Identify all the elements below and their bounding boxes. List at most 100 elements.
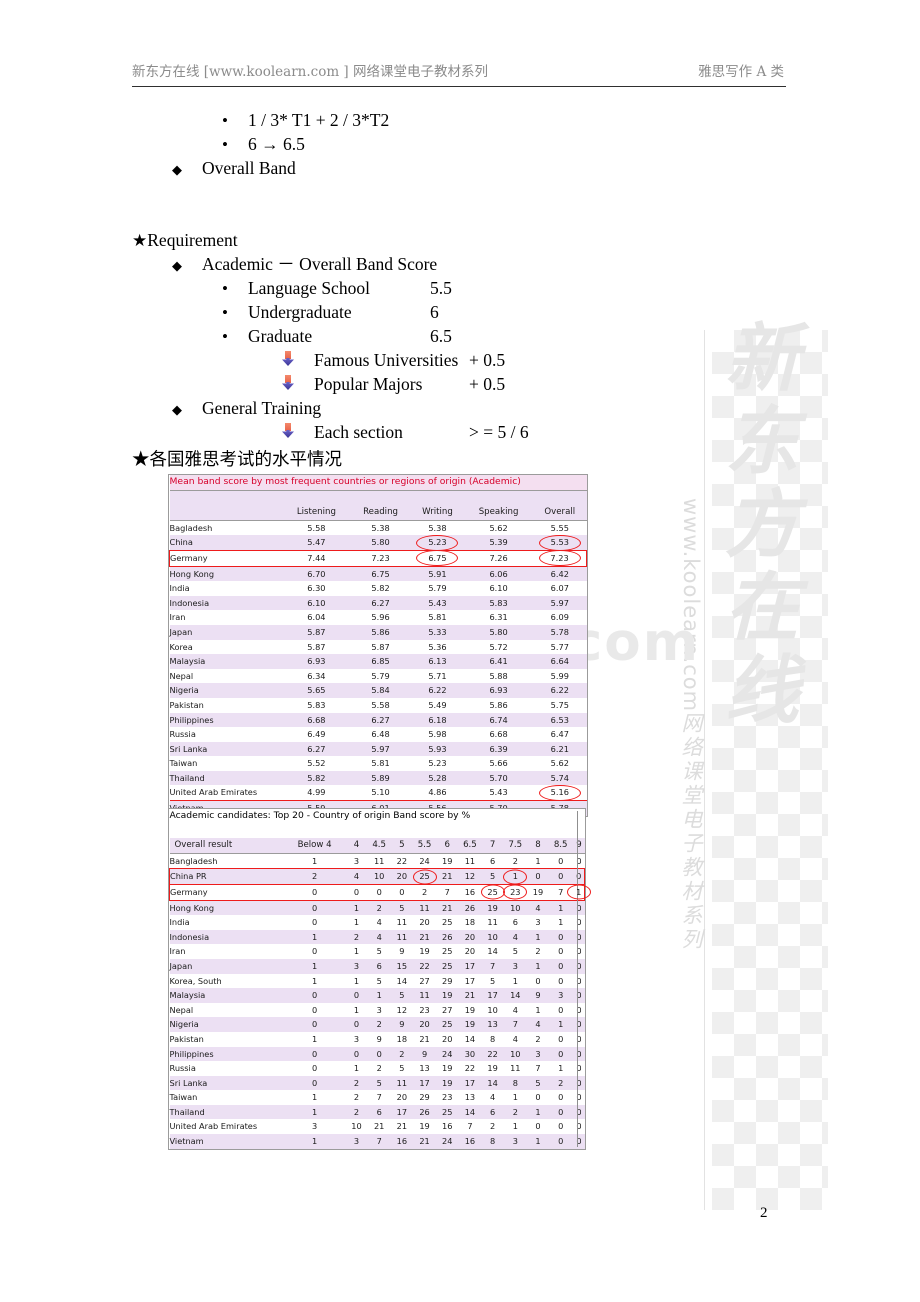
table-spacer-row (169, 490, 587, 506)
data-cell: 1 (282, 853, 347, 869)
data-cell: 17 (392, 1104, 412, 1120)
row-label: Russia (169, 1061, 283, 1076)
data-cell: 5.79 (410, 581, 465, 596)
table-header-row: Listening Reading Writing Speaking Overall (169, 505, 587, 521)
data-cell: 2 (528, 1031, 548, 1047)
data-cell: 9 (366, 1031, 393, 1047)
data-cell: 2 (346, 929, 367, 945)
outline-item: • Undergraduate 6 (222, 300, 772, 324)
data-cell: 5.47 (282, 535, 351, 551)
table-row: United Arab Emirates 4.99 5.10 4.86 5.43 5.16 (169, 784, 587, 802)
data-cell: 19 (411, 1119, 438, 1135)
diamond-bullet-icon: ◆ (172, 162, 182, 177)
data-cell: 0 (573, 1061, 585, 1076)
table-row: Sri Lanka 0 2 5 11 17 19 17 14 8 5 2 0 (169, 1075, 585, 1091)
data-cell: 21 (411, 929, 438, 945)
data-cell: 0 (573, 988, 585, 1003)
data-cell: 6.13 (410, 654, 465, 669)
data-cell: 19 (437, 988, 458, 1003)
column-header: Speaking (464, 505, 534, 521)
column-header: Writing (410, 505, 465, 521)
red-circle-annotation (416, 550, 459, 567)
data-cell: 6.93 (464, 683, 534, 698)
data-cell: 0 (282, 944, 347, 959)
data-cell: 3 (528, 915, 548, 930)
outline-item-label: Undergraduate (247, 302, 352, 322)
outline-item-label: Overall Band (202, 158, 296, 178)
data-cell: 7 (366, 1134, 393, 1149)
annotated-cell: 5.53 (533, 534, 586, 551)
data-cell: 5.38 (350, 520, 411, 536)
data-cell: 25 (437, 1104, 458, 1120)
data-cell: 5.79 (350, 668, 411, 684)
row-label: Hong Kong (169, 900, 283, 916)
data-cell: 11 (392, 929, 412, 945)
data-cell: 19 (437, 1061, 458, 1076)
data-cell: 1 (346, 973, 367, 989)
data-cell: 0 (366, 883, 393, 901)
data-cell: 2 (502, 853, 529, 869)
table-row: Philippines 0 0 0 2 9 24 30 22 10 3 0 0 (169, 1046, 585, 1062)
data-cell: 6.06 (464, 566, 534, 582)
data-cell: 4 (482, 1090, 503, 1105)
data-cell: 1 (346, 1061, 367, 1076)
data-cell: 22 (392, 853, 412, 869)
page-header: 新东方在线 [www.koolearn.com ] 网络课堂电子教材系列 雅思写… (132, 60, 786, 87)
data-cell: 20 (437, 1031, 458, 1047)
row-label: Sri Lanka (169, 1075, 283, 1091)
data-cell: 2 (366, 1017, 393, 1032)
star-bullet-icon: ★ (132, 231, 148, 250)
data-cell: 2 (282, 868, 347, 885)
table-row: Bangladesh 1 3 11 22 24 19 11 6 2 1 0 0 (169, 853, 585, 869)
outline-item-label: General Training (202, 398, 322, 418)
data-cell: 5.49 (410, 697, 465, 713)
anchor-bullet-icon (282, 351, 294, 366)
row-label: Germany (169, 549, 283, 567)
data-cell: 11 (411, 900, 438, 916)
outline-list: • 1 / 3* T1 + 2 / 3*T2 • 6 → 6.5 ◆ Overa… (132, 108, 772, 444)
row-label: Bagladesh (169, 520, 283, 536)
table-title-row: Academic candidates: Top 20 - Country of… (169, 809, 585, 824)
data-cell: 1 (566, 883, 591, 901)
data-cell: 24 (437, 1046, 458, 1062)
data-cell: 19 (457, 1017, 483, 1032)
data-cell: 19 (437, 1075, 458, 1091)
column-header: 4 (346, 838, 367, 854)
data-cell: 7 (457, 1119, 483, 1135)
band-score-percent-table: Academic candidates: Top 20 - Country of… (168, 808, 591, 1150)
data-cell: 21 (392, 1119, 412, 1135)
data-cell: 0 (573, 915, 585, 930)
data-cell: 3 (528, 1046, 548, 1062)
data-cell: 1 (282, 1031, 347, 1047)
outline-item: ◆ Overall Band (172, 156, 772, 180)
data-cell: 2 (482, 1119, 503, 1135)
data-cell: 6.75 (350, 566, 411, 582)
data-cell: 6.22 (410, 683, 465, 698)
annotated-cell: 1 (566, 884, 591, 900)
dot-bullet-icon: • (222, 303, 228, 322)
data-cell: 1 (346, 900, 367, 916)
data-cell: 6.18 (410, 712, 465, 728)
data-cell: 5 (482, 973, 503, 989)
data-cell: 21 (457, 988, 483, 1003)
data-cell: 1 (282, 1090, 347, 1105)
column-header: Below 4 (282, 838, 347, 854)
data-cell: 5.97 (533, 595, 587, 611)
row-label: India (169, 915, 283, 930)
row-label: Nigeria (169, 1017, 283, 1032)
data-cell: 3 (282, 1119, 347, 1135)
data-cell: 0 (282, 1017, 347, 1032)
row-label: Malaysia (169, 988, 283, 1003)
table-row: Japan 5.87 5.86 5.33 5.80 5.78 (169, 624, 587, 640)
row-label: Taiwan (169, 756, 283, 771)
data-cell: 13 (411, 1061, 438, 1076)
data-cell: 11 (366, 853, 393, 869)
data-cell: 1 (282, 958, 347, 974)
data-cell: 20 (411, 1017, 438, 1032)
data-cell: 16 (437, 1119, 458, 1135)
data-cell: 1 (282, 1134, 347, 1149)
data-cell: 25 (437, 1017, 458, 1032)
data-cell: 3 (346, 1031, 367, 1047)
data-cell: 0 (547, 1104, 574, 1120)
data-cell: 14 (482, 944, 503, 959)
